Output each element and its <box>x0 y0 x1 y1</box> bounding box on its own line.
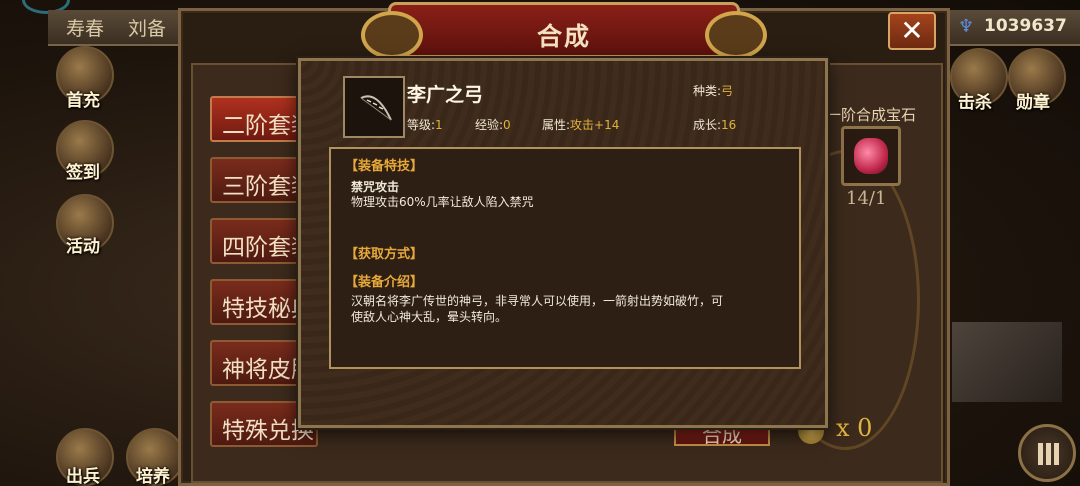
medal-label: 勋章 <box>1016 93 1050 113</box>
growth-stat: 成长:16 <box>693 116 736 133</box>
exp-label: 经验: <box>475 118 504 132</box>
type-stat: 种类:弓 <box>693 82 733 99</box>
gem-slot[interactable] <box>841 126 901 186</box>
deploy-label: 出兵 <box>66 467 100 486</box>
main-menu-button[interactable] <box>1018 424 1076 482</box>
growth-label: 成长: <box>693 118 722 132</box>
level-value: 1 <box>435 118 443 132</box>
exp-stat: 经验:0 <box>475 116 511 133</box>
power-icon: ♆ <box>958 16 975 37</box>
item-slot <box>343 76 405 138</box>
gem-label: 一阶合成宝石 <box>826 106 917 124</box>
growth-value: 16 <box>721 118 737 132</box>
skill-description: 物理攻击60%几率让敌人陷入禁咒 <box>351 195 534 209</box>
item-description-box: 【装备特技】 禁咒攻击 物理攻击60%几率让敌人陷入禁咒 【获取方式】 【装备介… <box>329 147 801 369</box>
exp-value: 0 <box>503 118 511 132</box>
intro-line-1: 汉朝名将李广传世的神弓，非寻常人可以使用，一箭射出势如破竹，可 <box>351 294 724 308</box>
skill-name: 禁咒攻击 <box>351 180 400 194</box>
gem-count: 14/1 <box>846 188 887 209</box>
lord-label: 刘备 <box>128 18 167 40</box>
panel-title: 合成 <box>536 22 591 51</box>
intro-line-2: 使敌人心神大乱，晕头转向。 <box>351 310 508 324</box>
attribute-label: 属性: <box>542 118 571 132</box>
power-value: 1039637 <box>984 16 1067 36</box>
level-label: 等级: <box>407 118 436 132</box>
city-label: 寿春 <box>66 18 105 40</box>
attribute-value: 攻击+14 <box>570 118 620 132</box>
skill-heading: 【装备特技】 <box>345 159 424 174</box>
multiplier-value: x 0 <box>836 414 873 442</box>
gem-icon <box>854 138 888 174</box>
first-charge-label: 首充 <box>66 91 100 111</box>
close-icon: ✕ <box>900 14 924 47</box>
menu-bars-icon <box>1038 443 1060 465</box>
item-tooltip: 李广之弓 种类:弓 等级:1 经验:0 属性:攻击+14 成长:16 【装备特技… <box>298 58 828 428</box>
close-button[interactable]: ✕ <box>888 12 936 50</box>
attribute-stat: 属性:攻击+14 <box>542 116 619 133</box>
level-stat: 等级:1 <box>407 116 443 133</box>
train-label: 培养 <box>136 467 170 486</box>
kill-label: 击杀 <box>958 93 992 113</box>
bow-icon <box>360 95 392 121</box>
intro-heading: 【装备介绍】 <box>345 275 424 290</box>
type-label: 种类: <box>693 84 722 98</box>
item-name: 李广之弓 <box>407 84 484 106</box>
event-label: 活动 <box>66 237 100 257</box>
signin-label: 签到 <box>66 163 100 183</box>
title-plate: 合成 <box>361 2 767 59</box>
crates-decoration <box>952 322 1062 402</box>
type-value: 弓 <box>721 84 734 98</box>
obtain-heading: 【获取方式】 <box>345 247 424 262</box>
